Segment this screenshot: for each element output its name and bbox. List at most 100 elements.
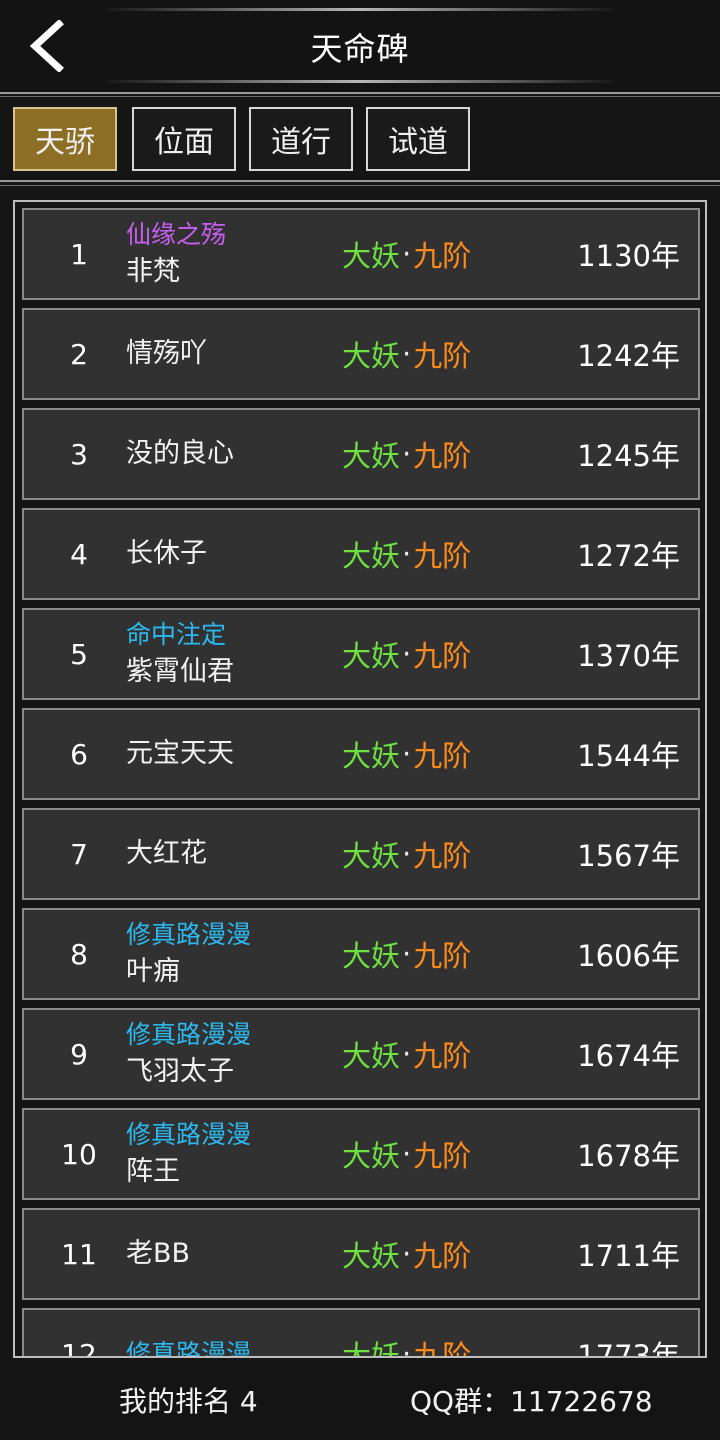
footer-bar: 我的排名 4 QQ群：11722678 [0, 1362, 720, 1440]
realm-name: 大妖 [342, 739, 401, 773]
cultivation-years: 1544年 [577, 739, 680, 773]
realm-name: 大妖 [342, 1139, 401, 1173]
realm-stage: 九阶 [413, 239, 472, 273]
realm-separator: · [402, 837, 412, 871]
player-name: 没的良心 [126, 438, 234, 469]
rank-number: 1 [70, 237, 88, 271]
realm-stage: 九阶 [413, 839, 472, 873]
table-row[interactable]: 8 修真路漫漫 叶痈 大妖 · 九阶 1606年 [22, 908, 700, 1000]
realm-stage: 九阶 [413, 439, 472, 473]
rank-number: 5 [70, 637, 88, 671]
app-root: 天命碑 天骄 位面 道行 试道 1 仙缘之殇 非梵 大妖 · 九阶 1130年 2 情殇吖 大妖 ·… [0, 0, 720, 1440]
header-divider-thin [0, 96, 720, 97]
realm-name: 大妖 [342, 839, 401, 873]
player-name: 紫霄仙君 [126, 656, 234, 687]
player-names: 修真路漫漫 [126, 1310, 356, 1358]
realm-level: 大妖 · 九阶 [342, 510, 471, 598]
table-row[interactable]: 5 命中注定 紫霄仙君 大妖 · 九阶 1370年 [22, 608, 700, 700]
cultivation-years: 1773年 [577, 1339, 680, 1358]
tab-bar: 天骄 位面 道行 试道 [0, 100, 720, 182]
rank-number: 11 [61, 1237, 97, 1271]
player-title: 仙缘之殇 [126, 220, 227, 249]
realm-stage: 九阶 [413, 339, 472, 373]
realm-stage: 九阶 [413, 1239, 472, 1273]
rank-number: 2 [70, 337, 88, 371]
player-title: 修真路漫漫 [126, 1339, 252, 1358]
player-names: 元宝天天 [126, 710, 356, 798]
table-row[interactable]: 6 元宝天天 大妖 · 九阶 1544年 [22, 708, 700, 800]
rank-number: 8 [70, 937, 88, 971]
realm-stage: 九阶 [413, 1039, 472, 1073]
realm-stage: 九阶 [413, 1139, 472, 1173]
realm-name: 大妖 [342, 1039, 401, 1073]
table-row[interactable]: 1 仙缘之殇 非梵 大妖 · 九阶 1130年 [22, 208, 700, 300]
player-names: 大红花 [126, 810, 356, 898]
player-name: 长休子 [126, 538, 207, 569]
realm-level: 大妖 · 九阶 [342, 1310, 472, 1358]
realm-name: 大妖 [342, 639, 401, 673]
realm-stage: 九阶 [413, 939, 472, 973]
player-names: 情殇吖 [126, 310, 356, 398]
my-rank-label: 我的排名 4 [119, 1385, 258, 1418]
tab-shidao[interactable]: 试道 [366, 107, 470, 171]
cultivation-years: 1242年 [577, 339, 680, 373]
realm-stage: 九阶 [413, 739, 472, 773]
player-names: 修真路漫漫 叶痈 [126, 910, 356, 998]
rank-number: 4 [70, 537, 88, 571]
table-row[interactable]: 12 修真路漫漫 大妖 · 九阶 1773年 [22, 1308, 700, 1358]
player-names: 长休子 [126, 510, 356, 598]
table-row[interactable]: 4 长休子 大妖 · 九阶 1272年 [22, 508, 700, 600]
player-names: 修真路漫漫 飞羽太子 [126, 1010, 356, 1098]
table-row[interactable]: 3 没的良心 大妖 · 九阶 1245年 [22, 408, 700, 500]
rank-number: 3 [70, 437, 88, 471]
player-names: 修真路漫漫 阵王 [126, 1110, 356, 1198]
table-row[interactable]: 9 修真路漫漫 飞羽太子 大妖 · 九阶 1674年 [22, 1008, 700, 1100]
player-name: 老BB [126, 1238, 191, 1269]
table-row[interactable]: 7 大红花 大妖 · 九阶 1567年 [22, 808, 700, 900]
tab-weimian[interactable]: 位面 [132, 107, 236, 171]
tab-daoxing[interactable]: 道行 [249, 107, 353, 171]
rank-number: 9 [70, 1037, 88, 1071]
rank-number: 7 [70, 837, 88, 871]
ranking-list[interactable]: 1 仙缘之殇 非梵 大妖 · 九阶 1130年 2 情殇吖 大妖 · 九阶 1242年 3 没的良心 大妖 · 九… [13, 200, 707, 1358]
rank-number: 6 [70, 737, 88, 771]
player-name: 情殇吖 [126, 338, 207, 369]
realm-level: 大妖 · 九阶 [342, 1010, 471, 1098]
player-names: 没的良心 [126, 410, 356, 498]
cultivation-years: 1606年 [577, 939, 680, 973]
realm-stage: 九阶 [413, 1339, 472, 1358]
cultivation-years: 1245年 [577, 439, 680, 473]
player-title: 修真路漫漫 [126, 920, 252, 949]
table-row[interactable]: 11 老BB 大妖 · 九阶 1711年 [22, 1208, 700, 1300]
tab-divider-thin [0, 185, 720, 186]
player-name: 非梵 [126, 256, 180, 287]
cultivation-years: 1370年 [577, 639, 680, 673]
page-title: 天命碑 [310, 30, 410, 68]
cultivation-years: 1711年 [577, 1239, 680, 1273]
realm-level: 大妖 · 九阶 [342, 410, 471, 498]
table-row[interactable]: 2 情殇吖 大妖 · 九阶 1242年 [22, 308, 700, 400]
table-row[interactable]: 10 修真路漫漫 阵王 大妖 · 九阶 1678年 [22, 1108, 700, 1200]
realm-level: 大妖 · 九阶 [342, 610, 471, 698]
player-names: 仙缘之殇 非梵 [126, 210, 356, 298]
realm-separator: · [402, 337, 412, 371]
header-decor-line-top [100, 8, 620, 11]
rank-number: 10 [61, 1137, 97, 1171]
realm-separator: · [402, 437, 412, 471]
cultivation-years: 1678年 [577, 1139, 680, 1173]
player-name: 元宝天天 [126, 738, 234, 769]
cultivation-years: 1674年 [577, 1039, 680, 1073]
player-name: 阵王 [126, 1156, 180, 1187]
realm-level: 大妖 · 九阶 [342, 310, 471, 398]
realm-separator: · [402, 1137, 412, 1171]
realm-name: 大妖 [342, 539, 401, 573]
cultivation-years: 1272年 [577, 539, 680, 573]
header-decor-line-bottom [100, 80, 620, 83]
tab-tianjiao[interactable]: 天骄 [13, 107, 117, 171]
player-title: 修真路漫漫 [126, 1120, 252, 1149]
tab-divider [0, 180, 720, 182]
realm-level: 大妖 · 九阶 [342, 710, 471, 798]
header-bar: 天命碑 [0, 0, 720, 92]
realm-level: 大妖 · 九阶 [342, 1210, 471, 1298]
player-names: 命中注定 紫霄仙君 [126, 610, 356, 698]
